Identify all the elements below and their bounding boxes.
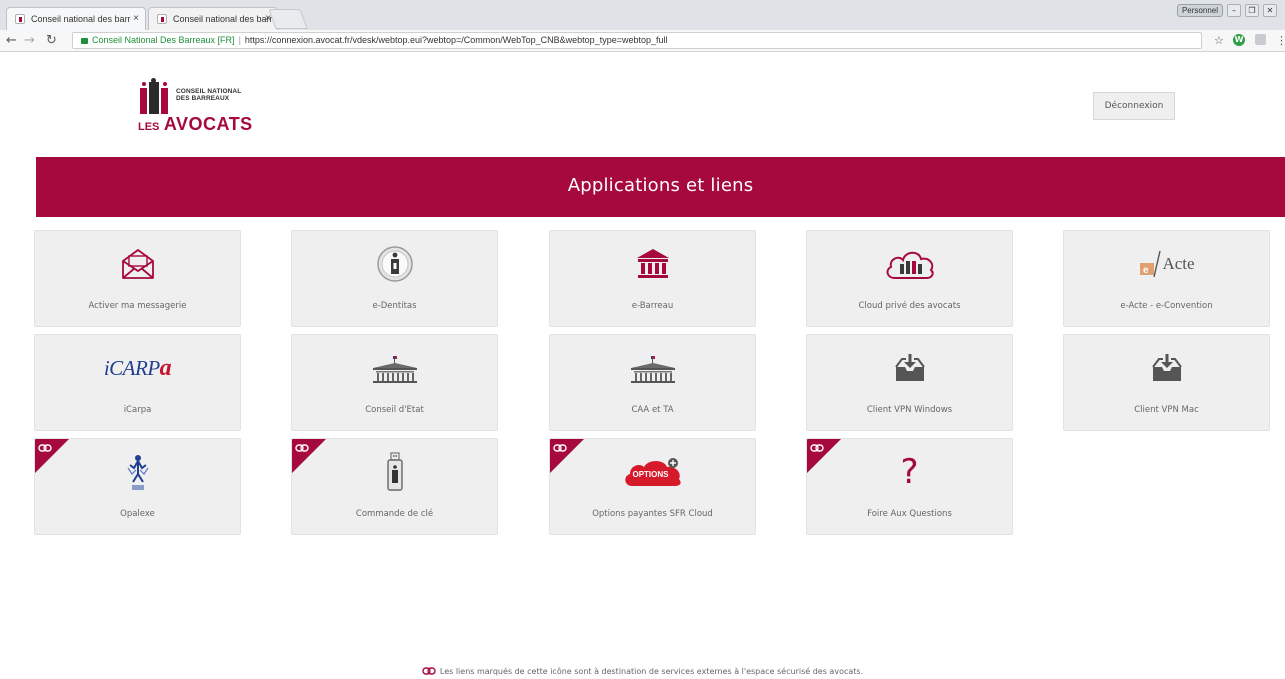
- tile-icarpa[interactable]: iCARPa iCarpa: [34, 334, 241, 431]
- favicon-icon: [15, 14, 25, 24]
- external-link-icon: [810, 444, 824, 452]
- external-link-icon: [295, 444, 309, 452]
- les-avocats-wordmark: LES AVOCATS: [138, 114, 253, 135]
- icarpa-logo: iCARPa: [93, 348, 183, 388]
- footnote-text: Les liens marqués de cette icône sont à …: [439, 667, 864, 676]
- favicon-icon: [157, 14, 167, 24]
- external-link-icon: [553, 444, 567, 452]
- cnb-logo[interactable]: CONSEIL NATIONAL DES BARREAUX LES AVOCAT…: [138, 78, 258, 134]
- options-logo-text: OPTIONS: [632, 470, 669, 479]
- usb-key-icon: [367, 452, 423, 492]
- url-input[interactable]: Conseil National Des Barreaux [FR] | https…: [72, 32, 1202, 49]
- logo-les: LES: [138, 121, 160, 133]
- icarpa-logo-text: iCARPa: [103, 354, 172, 381]
- download-tray-icon: [1139, 348, 1195, 388]
- tile-e-barreau[interactable]: e-Barreau: [549, 230, 756, 327]
- section-banner: Applications et liens: [36, 157, 1285, 217]
- tile-conseil-etat[interactable]: Conseil d'Etat: [291, 334, 498, 431]
- tile-label: Client VPN Mac: [1134, 405, 1199, 415]
- page-title: Applications et liens: [567, 175, 754, 196]
- tile-activer-messagerie[interactable]: Activer ma messagerie: [34, 230, 241, 327]
- tile-label: e-Barreau: [631, 301, 674, 311]
- tile-label: Cloud privé des avocats: [858, 301, 961, 311]
- url-separator: |: [238, 35, 241, 45]
- logo-line-1: CONSEIL NATIONAL: [176, 88, 242, 95]
- svg-text:e: e: [1143, 265, 1149, 276]
- options-cloud-icon: OPTIONS: [613, 452, 693, 492]
- question-icon: ?: [882, 452, 938, 492]
- envelope-icon: [110, 244, 166, 284]
- extension-icon[interactable]: [1255, 34, 1266, 45]
- lock-icon: [81, 38, 88, 44]
- reload-icon[interactable]: ↻: [46, 33, 57, 48]
- tile-cloud-prive[interactable]: Cloud privé des avocats: [806, 230, 1013, 327]
- logout-button[interactable]: Déconnexion: [1093, 92, 1175, 120]
- logo-line-2: DES BARREAUX: [176, 95, 230, 102]
- tile-vpn-windows[interactable]: Client VPN Windows: [806, 334, 1013, 431]
- browser-tab-title: Conseil national des barr: [31, 14, 131, 24]
- tile-caa-ta[interactable]: CAA et TA: [549, 334, 756, 431]
- browser-tab-2[interactable]: Conseil national des barr ×: [148, 7, 278, 30]
- address-bar: ← → ↻ Conseil National Des Barreaux [FR]…: [0, 30, 1285, 52]
- tile-label: Activer ma messagerie: [88, 301, 187, 311]
- forward-icon[interactable]: →: [24, 33, 35, 48]
- external-links-footnote: Les liens marqués de cette icône sont à …: [0, 667, 1285, 676]
- tile-label: Options payantes SFR Cloud: [592, 509, 713, 519]
- logo-avocats: AVOCATS: [163, 114, 253, 134]
- url-text: https://connexion.avocat.fr/vdesk/webtop…: [244, 35, 668, 45]
- tile-e-acte[interactable]: e Acte e-Acte - e-Convention: [1063, 230, 1270, 327]
- courthouse-icon: [625, 244, 681, 284]
- tile-label: Foire Aux Questions: [867, 509, 952, 519]
- back-icon[interactable]: ←: [6, 33, 17, 48]
- palais-icon: [625, 348, 681, 388]
- cnb-logo-text: CONSEIL NATIONAL DES BARREAUX: [176, 88, 241, 102]
- browser-tab-title: Conseil national des barr: [173, 14, 273, 24]
- external-link-icon: [38, 444, 52, 452]
- external-link-icon: [422, 667, 436, 675]
- close-window-button[interactable]: ✕: [1263, 4, 1277, 17]
- maximize-button[interactable]: ❐: [1245, 4, 1259, 17]
- bookmark-star-icon[interactable]: ☆: [1214, 34, 1224, 47]
- site-identity: Conseil National Des Barreaux [FR]: [92, 35, 235, 45]
- browser-menu-icon[interactable]: ⋮: [1276, 34, 1285, 47]
- question-mark: ?: [900, 452, 919, 492]
- tile-label: Client VPN Windows: [866, 405, 953, 415]
- tile-options-sfr[interactable]: OPTIONS Options payantes SFR Cloud: [549, 438, 756, 535]
- tile-commande-cle[interactable]: Commande de clé: [291, 438, 498, 535]
- browser-tab-1[interactable]: Conseil national des barr ×: [6, 7, 146, 30]
- eacte-icon: e Acte: [1132, 244, 1202, 284]
- close-tab-icon[interactable]: ×: [133, 8, 139, 30]
- tile-label: Opalexe: [120, 509, 155, 519]
- tile-opalexe[interactable]: Opalexe: [34, 438, 241, 535]
- tile-label: e-Acte - e-Convention: [1120, 301, 1213, 311]
- tile-label: e-Dentitas: [372, 301, 417, 311]
- tile-label: iCarpa: [123, 405, 152, 415]
- profile-button[interactable]: Personnel: [1176, 4, 1223, 17]
- opalexe-icon: [110, 452, 166, 492]
- tile-label: Commande de clé: [355, 509, 434, 519]
- icarpa-logo-accent: a: [159, 354, 172, 381]
- tile-e-dentitas[interactable]: e-Dentitas: [291, 230, 498, 327]
- cnb-logo-mark-icon: [138, 78, 172, 114]
- extension-w-icon[interactable]: W: [1233, 34, 1245, 46]
- eacte-logo-text: Acte: [1162, 254, 1195, 273]
- minimize-button[interactable]: –: [1227, 4, 1241, 17]
- download-tray-icon: [882, 348, 938, 388]
- cloud-icon: [882, 244, 938, 284]
- edentitas-icon: [367, 244, 423, 284]
- browser-tab-bar: Conseil national des barr × Conseil nati…: [0, 0, 1285, 30]
- new-tab-button[interactable]: [268, 9, 308, 29]
- tile-faq[interactable]: ? Foire Aux Questions: [806, 438, 1013, 535]
- palais-icon: [367, 348, 423, 388]
- window-controls: Personnel – ❐ ✕: [1176, 4, 1277, 17]
- tile-label: Conseil d'Etat: [365, 405, 424, 415]
- tile-vpn-mac[interactable]: Client VPN Mac: [1063, 334, 1270, 431]
- tile-label: CAA et TA: [631, 405, 674, 415]
